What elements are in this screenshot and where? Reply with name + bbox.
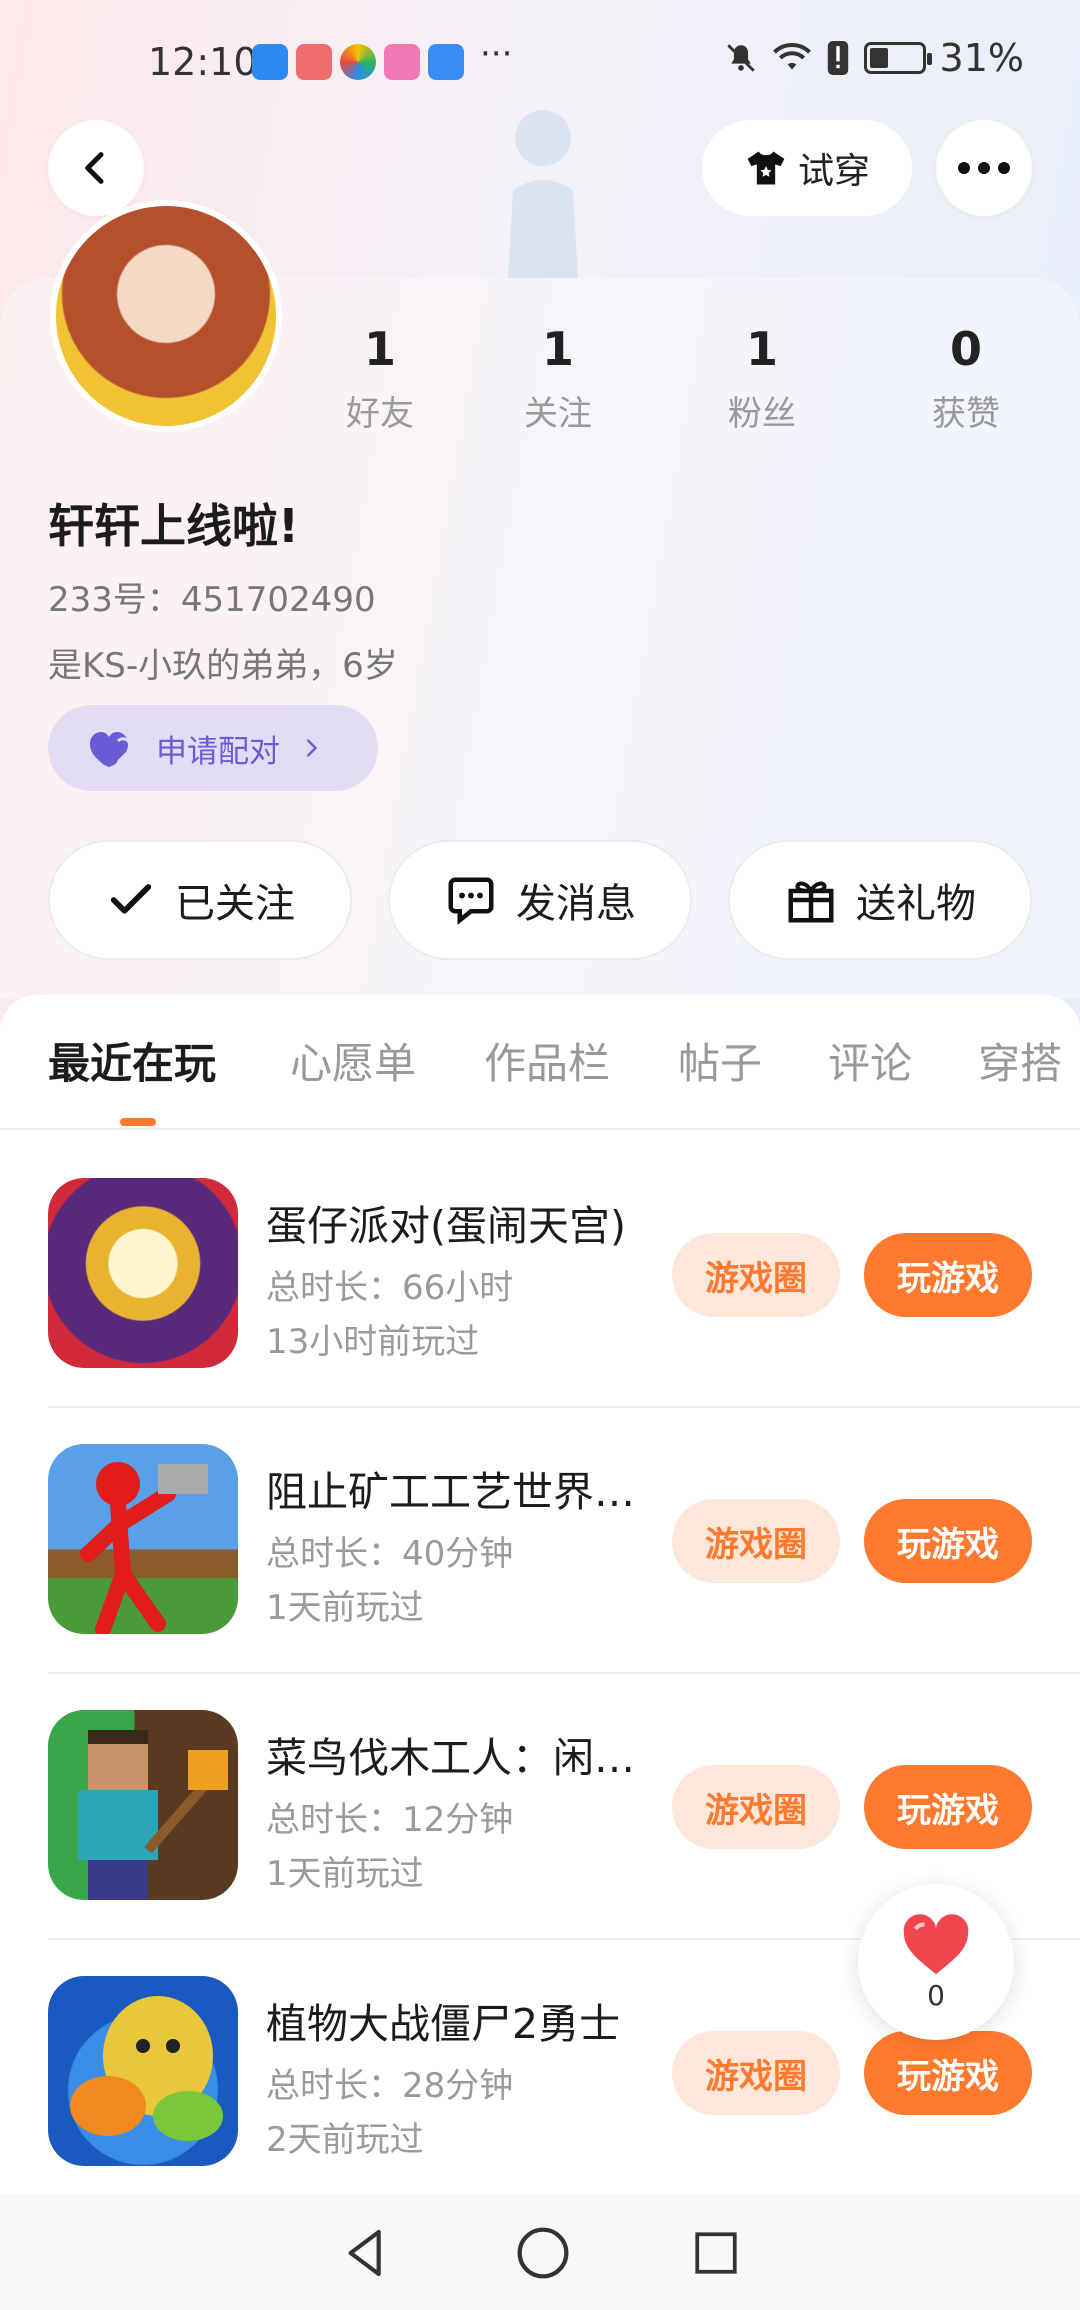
profile-tabs: 最近在玩 心愿单 作品栏 帖子 评论 穿搭 (0, 1030, 1080, 1130)
game-title: 蛋仔派对(蛋闹天宫) (266, 1202, 626, 1250)
nav-recents-icon[interactable] (691, 2228, 741, 2278)
profile-bio: 是KS-小玖的弟弟，6岁 (48, 646, 398, 686)
system-navigation-bar (0, 2195, 1080, 2310)
tab-recent-play[interactable]: 最近在玩 (48, 1030, 216, 1091)
try-on-button[interactable]: 试穿 (702, 120, 912, 216)
stat-value: 1 (541, 322, 574, 376)
game-thumbnail[interactable] (48, 1444, 238, 1634)
followed-label: 已关注 (175, 881, 295, 927)
send-gift-button[interactable]: 送礼物 (728, 840, 1032, 960)
tabs-divider (0, 1128, 1080, 1130)
stat-following[interactable]: 1 关注 (478, 322, 638, 435)
chat-bubble-icon (448, 877, 494, 925)
active-tab-indicator (120, 1118, 156, 1126)
game-title: 植物大战僵尸2勇士 (266, 2000, 621, 2048)
shirt-icon (747, 151, 785, 185)
stat-label: 粉丝 (728, 394, 796, 434)
profile-nickname: 轩轩上线啦! (48, 499, 299, 553)
list-item[interactable]: 蛋仔派对(蛋闹天宫) 总时长：66小时 13小时前玩过 游戏圈 玩游戏 (48, 1178, 1032, 1368)
profile-actions: 已关注 发消息 送礼物 (48, 840, 1032, 960)
list-divider (48, 1406, 1080, 1408)
heart-icon (903, 1913, 969, 1974)
status-bar: 12:10 ··· 31% (0, 30, 1080, 94)
back-button[interactable] (48, 120, 144, 216)
game-circle-button[interactable]: 游戏圈 (672, 1233, 840, 1317)
play-game-button[interactable]: 玩游戏 (864, 2031, 1032, 2115)
game-circle-button[interactable]: 游戏圈 (672, 2031, 840, 2115)
system-icons: 31% (724, 36, 1024, 80)
game-last-played: 2天前玩过 (266, 2120, 424, 2160)
like-button[interactable]: 0 (858, 1884, 1014, 2040)
profile-stats: 1 好友 1 关注 1 粉丝 0 获赞 (300, 322, 1040, 435)
battery-percent: 31% (939, 36, 1024, 80)
list-divider (48, 1672, 1080, 1674)
avatar-silhouette-icon (508, 110, 578, 280)
list-item[interactable]: 阻止矿工工艺世界… 总时长：40分钟 1天前玩过 游戏圈 玩游戏 (48, 1444, 1032, 1634)
bell-off-icon (726, 44, 755, 72)
stat-likes[interactable]: 0 获赞 (886, 322, 1046, 435)
game-circle-button[interactable]: 游戏圈 (672, 1765, 840, 1849)
stat-value: 0 (949, 322, 982, 376)
stat-friends[interactable]: 1 好友 (300, 322, 460, 435)
game-thumbnail[interactable] (48, 1710, 238, 1900)
status-time: 12:10 (148, 40, 258, 84)
battery-icon (863, 42, 932, 74)
send-message-button[interactable]: 发消息 (388, 840, 692, 960)
nav-home-icon[interactable] (515, 2225, 571, 2281)
game-thumbnail[interactable] (48, 1976, 238, 2166)
more-horizontal-icon (958, 162, 1010, 174)
app-icon (340, 44, 376, 80)
tab-posts[interactable]: 帖子 (678, 1030, 762, 1091)
weather-icon (428, 44, 464, 80)
try-on-label: 试穿 (797, 151, 870, 192)
send-message-label: 发消息 (516, 881, 636, 927)
tab-outfits[interactable]: 穿搭 (978, 1030, 1062, 1091)
stat-value: 1 (745, 322, 778, 376)
game-circle-button[interactable]: 游戏圈 (672, 1499, 840, 1583)
list-item[interactable]: 菜鸟伐木工人：闲… 总时长：12分钟 1天前玩过 游戏圈 玩游戏 (48, 1710, 1032, 1900)
shield-icon (252, 44, 288, 80)
game-thumbnail[interactable] (48, 1178, 238, 1368)
play-game-button[interactable]: 玩游戏 (864, 1233, 1032, 1317)
tab-wishlist[interactable]: 心愿单 (290, 1030, 416, 1091)
pair-request-label: 申请配对 (156, 733, 280, 770)
stat-label: 关注 (524, 394, 592, 434)
wifi-icon (772, 43, 811, 70)
game-duration: 总时长：66小时 (266, 1268, 514, 1308)
tab-comments[interactable]: 评论 (828, 1030, 912, 1091)
game-title: 菜鸟伐木工人：闲… (266, 1734, 635, 1782)
heart-pair-icon (90, 732, 132, 767)
like-count: 0 (927, 1978, 945, 2012)
stat-label: 获赞 (932, 394, 1000, 434)
nav-back-icon[interactable] (339, 2225, 395, 2281)
gift-icon (788, 881, 834, 923)
app-icon (384, 44, 420, 80)
notification-icons (252, 44, 464, 80)
alert-icon (827, 41, 848, 75)
game-last-played: 13小时前玩过 (266, 1322, 480, 1362)
game-duration: 总时长：40分钟 (266, 1534, 514, 1574)
pair-request-button[interactable]: 申请配对 (48, 705, 378, 791)
play-game-button[interactable]: 玩游戏 (864, 1499, 1032, 1583)
profile-uid: 233号：451702490 (48, 580, 376, 620)
stat-fans[interactable]: 1 粉丝 (682, 322, 842, 435)
game-duration: 总时长：12分钟 (266, 1800, 514, 1840)
more-button[interactable] (936, 120, 1032, 216)
chevron-left-icon (85, 152, 104, 184)
more-notifications-indicator: ··· (480, 34, 513, 74)
game-duration: 总时长：28分钟 (266, 2066, 514, 2106)
chevron-right-icon (307, 739, 318, 757)
game-last-played: 1天前玩过 (266, 1588, 424, 1628)
game-last-played: 1天前玩过 (266, 1854, 424, 1894)
tab-works[interactable]: 作品栏 (484, 1030, 610, 1091)
app-icon (296, 44, 332, 80)
stat-label: 好友 (346, 394, 414, 434)
play-game-button[interactable]: 玩游戏 (864, 1765, 1032, 1849)
check-icon (110, 884, 152, 914)
send-gift-label: 送礼物 (856, 881, 976, 927)
stat-value: 1 (363, 322, 396, 376)
avatar[interactable] (50, 200, 282, 432)
game-title: 阻止矿工工艺世界… (266, 1468, 635, 1516)
followed-button[interactable]: 已关注 (48, 840, 352, 960)
